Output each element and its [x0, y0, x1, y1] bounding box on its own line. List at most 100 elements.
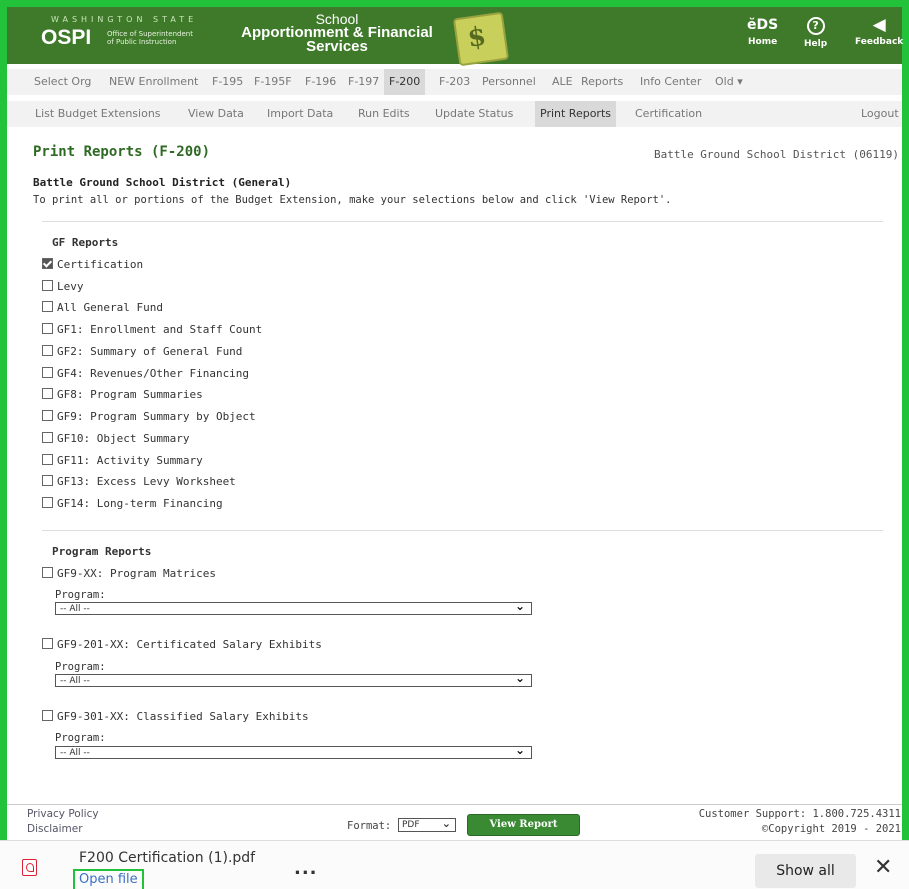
nav-personnel[interactable]: Personnel [477, 69, 541, 95]
gf-report-option[interactable]: Certification [42, 258, 143, 271]
help-icon: ? [806, 17, 825, 35]
checkbox-gf10[interactable] [42, 432, 53, 443]
primary-nav: Select Org NEW Enrollment F-195 F-195F F… [7, 69, 902, 95]
program-report-option[interactable]: GF9-XX: Program Matrices [42, 567, 216, 580]
checkbox-gf9-201-xx[interactable] [42, 638, 53, 649]
program-select[interactable]: -- All -- ⌄ [55, 743, 532, 759]
nav-select-org[interactable]: Select Org [29, 69, 96, 95]
instructions-text: To print all or portions of the Budget E… [33, 194, 672, 206]
gf-report-option[interactable]: GF8: Program Summaries [42, 388, 203, 401]
gf-report-option[interactable]: GF10: Object Summary [42, 432, 189, 445]
chevron-down-icon: ⌄ [514, 671, 525, 685]
nav-info-center[interactable]: Info Center [635, 69, 706, 95]
home-button[interactable]: ĕDS Home [747, 15, 778, 47]
option-label: GF8: Program Summaries [57, 388, 203, 401]
program-reports-heading: Program Reports [52, 545, 152, 558]
gf-report-option[interactable]: GF1: Enrollment and Staff Count [42, 323, 262, 336]
gf-report-option[interactable]: GF14: Long-term Financing [42, 497, 223, 510]
format-value: PDF [402, 820, 420, 830]
app-title-line3: Services [306, 38, 368, 55]
view-report-button[interactable]: View Report [467, 814, 580, 836]
app-title: School Apportionment & Financial Service… [237, 12, 437, 54]
chevron-down-icon: ⌄ [514, 599, 525, 613]
program-select[interactable]: -- All -- ⌄ [55, 599, 532, 615]
disclaimer-link[interactable]: Disclaimer [27, 823, 83, 835]
program-label: Program: [55, 732, 106, 744]
checkbox-levy[interactable] [42, 280, 53, 291]
nav-list-budget-extensions[interactable]: List Budget Extensions [30, 101, 166, 127]
nav-f200[interactable]: F-200 [384, 69, 426, 95]
checkbox-gf9[interactable] [42, 410, 53, 421]
option-label: GF9: Program Summary by Object [57, 410, 256, 423]
privacy-policy-link[interactable]: Privacy Policy [27, 808, 99, 820]
ospi-wordmark: OSPI [41, 26, 92, 49]
show-all-button[interactable]: Show all [755, 854, 856, 888]
nav-print-reports[interactable]: Print Reports [535, 101, 616, 127]
format-select[interactable]: PDF ⌄ [398, 817, 456, 832]
format-label: Format: [347, 820, 392, 832]
gf-report-option[interactable]: GF4: Revenues/Other Financing [42, 367, 249, 380]
nav-run-edits[interactable]: Run Edits [353, 101, 415, 127]
download-file-name[interactable]: F200 Certification (1).pdf [79, 850, 255, 866]
nav-ale[interactable]: ALE [547, 69, 578, 95]
nav-update-status[interactable]: Update Status [430, 101, 518, 127]
program-select[interactable]: -- All -- ⌄ [55, 671, 532, 687]
chevron-down-icon: ⌄ [514, 743, 525, 757]
gf-reports-heading: GF Reports [52, 236, 119, 249]
option-label: GF2: Summary of General Fund [57, 345, 243, 358]
nav-f196[interactable]: F-196 [300, 69, 341, 95]
gf-report-option[interactable]: GF11: Activity Summary [42, 454, 203, 467]
checkbox-gf1[interactable] [42, 323, 53, 334]
feedback-button[interactable]: ◀ Feedback [855, 15, 903, 47]
nav-certification[interactable]: Certification [630, 101, 707, 127]
eds-home-icon: ĕDS [747, 17, 779, 33]
gf-report-option[interactable]: GF9: Program Summary by Object [42, 410, 256, 423]
nav-f195[interactable]: F-195 [207, 69, 248, 95]
gf-report-option[interactable]: GF2: Summary of General Fund [42, 345, 242, 358]
nav-new-enrollment[interactable]: NEW Enrollment [104, 69, 203, 95]
option-label: Levy [57, 280, 84, 293]
more-options-icon[interactable]: ... [294, 858, 318, 879]
checkbox-gf11[interactable] [42, 454, 53, 465]
district-code-label: Battle Ground School District (06119) [653, 148, 899, 161]
option-label: All General Fund [57, 301, 163, 314]
page-title: Print Reports (F-200) [33, 144, 211, 160]
select-value: -- All -- [60, 604, 90, 614]
gf-report-option[interactable]: GF13: Excess Levy Worksheet [42, 475, 236, 488]
gf-report-option[interactable]: Levy [42, 280, 84, 293]
checkbox-gf9-xx[interactable] [42, 567, 53, 578]
nav-logout[interactable]: Logout [856, 101, 904, 127]
ospi-logo[interactable]: WASHINGTON STATE OSPI Office of Superint… [15, 12, 225, 56]
nav-f195f[interactable]: F-195F [249, 69, 297, 95]
checkbox-certification[interactable] [42, 258, 53, 269]
program-report-option[interactable]: GF9-301-XX: Classified Salary Exhibits [42, 710, 309, 723]
checkbox-gf8[interactable] [42, 388, 53, 399]
help-label: Help [804, 39, 828, 49]
checkbox-gf14[interactable] [42, 497, 53, 508]
nav-reports[interactable]: Reports [576, 69, 628, 95]
app-header: WASHINGTON STATE OSPI Office of Superint… [7, 7, 903, 67]
checkbox-gf4[interactable] [42, 367, 53, 378]
option-label: GF9-201-XX: Certificated Salary Exhibits [57, 638, 322, 651]
checkbox-gf2[interactable] [42, 345, 53, 356]
checkbox-all-general-fund[interactable] [42, 301, 53, 312]
nav-import-data[interactable]: Import Data [262, 101, 338, 127]
close-icon[interactable]: ✕ [874, 855, 892, 880]
nav-f197[interactable]: F-197 [343, 69, 384, 95]
feedback-label: Feedback [855, 37, 904, 47]
checkbox-gf13[interactable] [42, 475, 53, 486]
open-file-link[interactable]: Open file [73, 869, 144, 889]
help-button[interactable]: ? Help [804, 15, 827, 49]
program-report-option[interactable]: GF9-201-XX: Certificated Salary Exhibits [42, 638, 322, 651]
option-label: GF13: Excess Levy Worksheet [57, 475, 236, 488]
copyright-text: ©Copyright 2019 - 2021 [761, 823, 901, 835]
checkbox-gf9-301-xx[interactable] [42, 710, 53, 721]
option-label: Certification [57, 258, 144, 271]
nav-view-data[interactable]: View Data [183, 101, 249, 127]
ospi-state-text: WASHINGTON STATE [51, 15, 198, 24]
chevron-down-icon: ⌄ [441, 817, 451, 830]
district-name: Battle Ground School District (General) [33, 176, 292, 189]
nav-f203[interactable]: F-203 [434, 69, 475, 95]
nav-old-dropdown[interactable]: Old ▾ [710, 69, 748, 95]
gf-report-option[interactable]: All General Fund [42, 301, 163, 314]
